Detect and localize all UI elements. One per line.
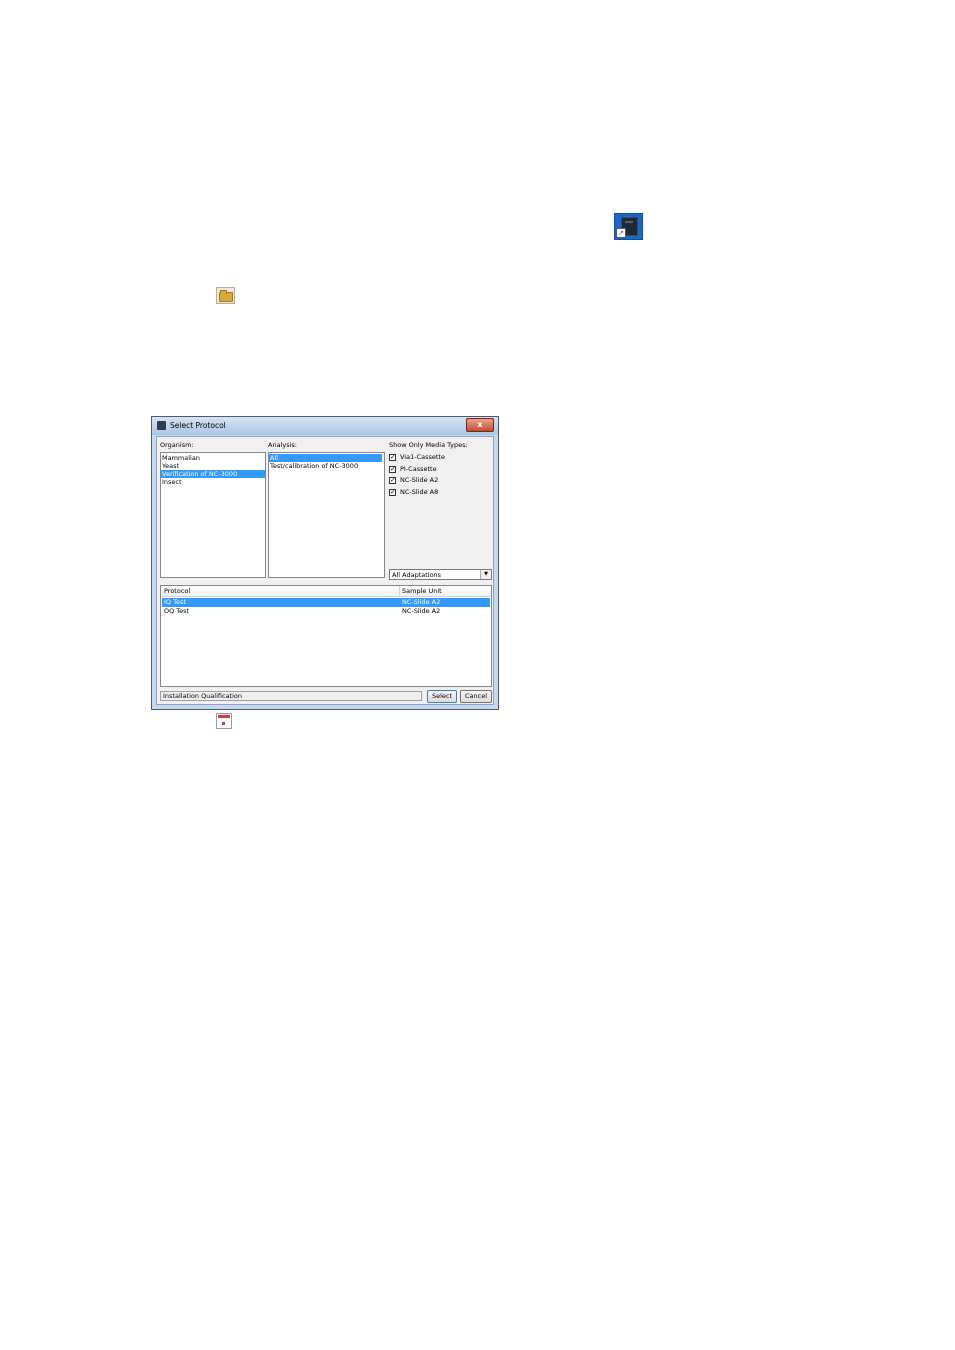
analysis-item-all[interactable]: All: [269, 454, 382, 462]
cell-sample-unit: NC-Slide A2: [402, 598, 441, 606]
table-header: Protocol Sample Unit: [161, 586, 491, 597]
organism-item-yeast[interactable]: Yeast: [161, 462, 265, 470]
organism-item-verification[interactable]: Verification of NC-3000: [161, 470, 265, 478]
folder-shape: [219, 290, 233, 302]
close-button[interactable]: x: [466, 418, 494, 432]
checkbox[interactable]: ✓: [389, 465, 396, 473]
organism-item-mammalian[interactable]: Mammalian: [161, 454, 265, 462]
checkbox-label: Via1-Cassette: [400, 453, 445, 461]
checkbox[interactable]: ✓: [389, 476, 396, 484]
protocol-table[interactable]: Protocol Sample Unit IQ Test NC-Slide A2…: [160, 585, 492, 687]
cell-protocol: OQ Test: [164, 607, 190, 615]
chevron-down-icon[interactable]: ▼: [480, 570, 491, 579]
checkbox[interactable]: ✓: [389, 453, 396, 461]
folder-icon[interactable]: [216, 287, 235, 304]
checkbox-label: NC-Slide A2: [400, 476, 439, 484]
media-type-nc-slide-a2[interactable]: ✓ NC-Slide A2: [389, 475, 438, 485]
cancel-button[interactable]: Cancel: [460, 690, 492, 703]
adaptations-dropdown[interactable]: All Adaptations ▼: [389, 569, 492, 580]
checkbox-label: NC-Slide A8: [400, 488, 439, 496]
table-row[interactable]: IQ Test NC-Slide A2: [162, 598, 490, 607]
cell-sample-unit: NC-Slide A2: [402, 607, 441, 615]
media-type-via1-cassette[interactable]: ✓ Via1-Cassette: [389, 452, 445, 462]
shortcut-arrow-icon: ↗: [616, 228, 626, 238]
column-header-protocol[interactable]: Protocol: [164, 587, 190, 595]
description-text: Installation Qualification: [163, 692, 242, 700]
column-divider[interactable]: [399, 586, 400, 596]
select-button[interactable]: Select: [427, 690, 457, 703]
description-field: Installation Qualification: [160, 691, 422, 701]
column-header-sample-unit[interactable]: Sample Unit: [402, 587, 442, 595]
checkbox-label: PI-Cassette: [400, 465, 437, 473]
media-type-pi-cassette[interactable]: ✓ PI-Cassette: [389, 464, 437, 474]
media-type-nc-slide-a8[interactable]: ✓ NC-Slide A8: [389, 487, 438, 497]
app-shortcut-icon[interactable]: ↗: [614, 213, 643, 240]
title-bar[interactable]: Select Protocol x: [152, 417, 498, 435]
dialog-title: Select Protocol: [170, 421, 226, 430]
organism-list[interactable]: Mammalian Yeast Verification of NC-3000 …: [160, 452, 266, 578]
select-protocol-dialog: Select Protocol x Organism: Analysis: Sh…: [151, 416, 499, 710]
adaptations-value: All Adaptations: [392, 571, 442, 579]
document-header-bar: [218, 715, 230, 718]
app-icon: [157, 421, 166, 430]
dialog-client-area: Organism: Analysis: Show Only Media Type…: [156, 436, 494, 705]
analysis-list[interactable]: All Test/calibration of NC-3000: [268, 452, 385, 578]
organism-item-insect[interactable]: Insect: [161, 478, 265, 486]
document-icon[interactable]: [216, 713, 232, 729]
media-types-label: Show Only Media Types:: [389, 441, 468, 449]
document-mark: [222, 722, 225, 725]
analysis-label: Analysis:: [268, 441, 297, 449]
analysis-item-test-calibration[interactable]: Test/calibration of NC-3000: [269, 462, 384, 470]
checkbox[interactable]: ✓: [389, 488, 396, 496]
organism-label: Organism:: [160, 441, 194, 449]
cell-protocol: IQ Test: [164, 598, 186, 606]
table-row[interactable]: OQ Test NC-Slide A2: [162, 607, 490, 616]
